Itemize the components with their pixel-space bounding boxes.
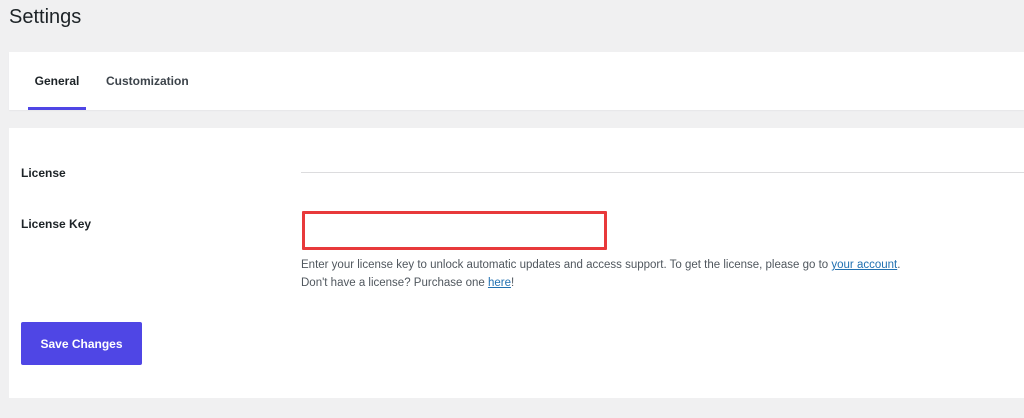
section-divider [301,172,1024,173]
license-help-text: Enter your license key to unlock automat… [301,259,900,271]
purchase-here-link[interactable]: here [488,277,511,289]
help-text-prefix: Enter your license key to unlock automat… [301,259,832,271]
tab-general[interactable]: General [28,52,86,110]
license-section-label: License [21,166,66,180]
purchase-text-prefix: Don't have a license? Purchase one [301,277,488,289]
settings-panel: License License Key Enter your license k… [9,128,1024,398]
settings-page: Settings General Customization License L… [0,0,1024,418]
save-changes-button[interactable]: Save Changes [21,322,142,365]
purchase-text-suffix: ! [511,277,515,289]
your-account-link[interactable]: your account [831,259,897,271]
purchase-help-text: Don't have a license? Purchase one here! [301,277,514,289]
license-key-label: License Key [21,217,92,231]
help-text-suffix: . [897,259,901,271]
tabs-bar: General Customization [9,52,1024,110]
page-title: Settings [9,6,82,28]
license-key-input[interactable] [302,211,607,250]
tab-customization[interactable]: Customization [106,52,189,110]
